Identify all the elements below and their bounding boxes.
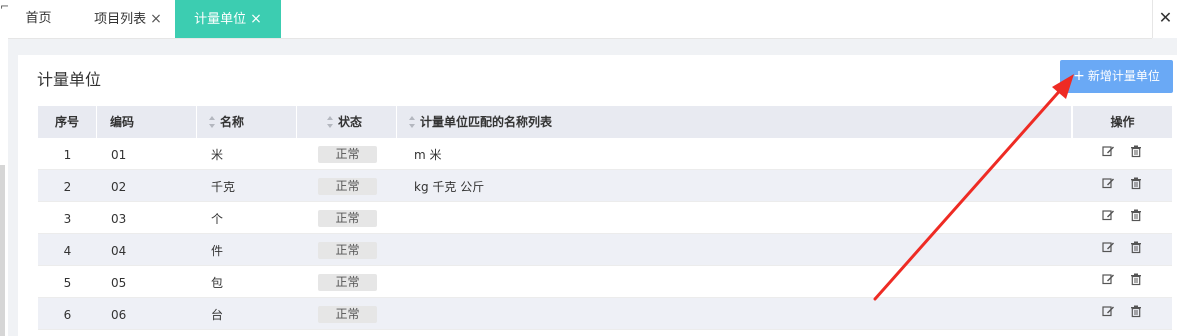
edit-icon[interactable] [1101,240,1115,254]
table-row[interactable]: 2 02 千克 正常 kg 千克 公斤 [38,170,1172,202]
delete-icon[interactable] [1129,176,1143,190]
cell-seq: 1 [63,148,72,162]
column-header-name[interactable]: 名称 [197,106,297,138]
cell-match-list [397,298,1072,330]
tab-project-list[interactable]: 项目列表 × [83,0,173,38]
close-icon: ✕ [1158,8,1173,27]
column-header-state[interactable]: 状态 [297,106,397,138]
table-row[interactable]: 6 06 台 正常 [38,298,1172,330]
cell-code: 06 [111,308,127,322]
sort-icon[interactable] [209,115,216,128]
status-badge: 正常 [318,242,377,259]
column-header-label: 名称 [220,115,245,129]
cell-match-list: m 米 [414,148,442,162]
status-badge: 正常 [318,306,377,323]
add-unit-button[interactable]: + 新增计量单位 [1060,60,1173,93]
cell-code: 03 [111,212,127,226]
status-badge: 正常 [318,274,377,291]
cell-match-list [397,234,1072,266]
status-badge: 正常 [318,146,377,163]
cell-name: 件 [211,244,224,258]
cell-seq: 5 [63,276,72,290]
cell-seq: 2 [63,180,72,194]
delete-icon[interactable] [1129,304,1143,318]
tab-home[interactable]: 首页 [8,0,69,38]
edit-icon[interactable] [1101,272,1115,286]
cell-seq: 3 [63,212,72,226]
column-header-label: 状态 [338,115,363,129]
table-row[interactable]: 4 04 件 正常 [38,234,1172,266]
unit-table: 序号 编码 名称 状态 计量单位匹配的名称列表 操作 1 01 米正常 m 米 2 02 千… [38,106,1172,330]
cell-name: 个 [211,212,224,226]
cell-match-list [397,202,1072,234]
tab-bar: 首页 项目列表 × 计量单位 × [8,0,1152,39]
tab-label: 项目列表 [94,12,147,27]
column-header-match-list[interactable]: 计量单位匹配的名称列表 [397,106,1072,138]
left-scrollbar[interactable] [0,165,5,336]
plus-icon: + [1073,68,1085,84]
delete-icon[interactable] [1129,272,1143,286]
column-header-label: 计量单位匹配的名称列表 [420,115,553,129]
cell-seq: 6 [63,308,72,322]
tab-measurement-unit[interactable]: 计量单位 × [175,0,281,38]
edit-icon[interactable] [1101,144,1115,158]
table-header: 序号 编码 名称 状态 计量单位匹配的名称列表 操作 [38,106,1172,138]
page-title: 计量单位 [37,70,102,89]
edit-icon[interactable] [1101,304,1115,318]
left-gutter: ⌐ [0,0,9,336]
tab-label: 首页 [25,11,52,26]
table-row[interactable]: 1 01 米 正常 m 米 [38,138,1172,170]
cell-name: 台 [211,308,224,322]
delete-icon[interactable] [1129,144,1143,158]
edit-icon[interactable] [1101,176,1115,190]
cell-code: 04 [111,244,127,258]
close-icon[interactable]: × [250,11,262,27]
edit-icon[interactable] [1101,208,1115,222]
sort-icon[interactable] [409,115,416,128]
add-unit-button-label: 新增计量单位 [1087,69,1160,83]
close-icon[interactable]: × [150,11,162,27]
table-row[interactable]: 3 03 个 正常 [38,202,1172,234]
delete-icon[interactable] [1129,240,1143,254]
column-header-code: 编码 [97,106,197,138]
column-header-seq: 序号 [38,106,97,138]
cell-name: 包 [211,276,224,290]
cell-name: 千克 [211,180,236,194]
column-header-ops: 操作 [1072,106,1172,138]
close-all-tabs-button[interactable]: ✕ [1152,0,1177,38]
cell-match-list: kg 千克 公斤 [414,180,485,194]
status-badge: 正常 [318,210,377,227]
table-body: 1 01 米正常 m 米 2 02 千克 正常 kg 千克 公斤 3 03 个正常 4 04 件正常 5 05 包… [38,138,1172,330]
sort-icon[interactable] [327,115,334,128]
cell-code: 01 [111,148,127,162]
cell-code: 05 [111,276,127,290]
tab-label: 计量单位 [194,12,247,27]
delete-icon[interactable] [1129,208,1143,222]
cell-seq: 4 [63,244,72,258]
table-row[interactable]: 5 05 包 正常 [38,266,1172,298]
cell-name: 米 [211,148,224,162]
cell-code: 02 [111,180,127,194]
content-panel: 计量单位 + 新增计量单位 序号 编码 名称 状态 计量单位匹配的名称列表 操作 … [18,55,1177,336]
status-badge: 正常 [318,178,377,195]
cell-match-list [397,266,1072,298]
